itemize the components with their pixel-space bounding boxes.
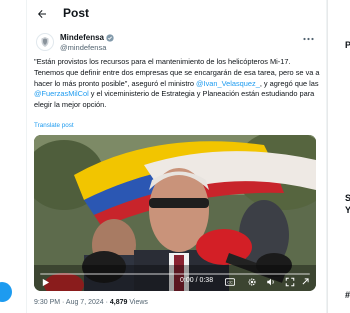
right-panel-heading-3: Y [345, 205, 350, 215]
volume-button[interactable] [265, 276, 276, 287]
post-header: Post [26, 0, 327, 28]
views-label: Views [127, 299, 148, 306]
arrow-left-icon [38, 10, 46, 18]
settings-button[interactable] [246, 276, 257, 287]
author-name-row[interactable]: Mindefensa [60, 33, 114, 42]
fullscreen-button[interactable] [284, 276, 295, 287]
gear-icon [247, 277, 256, 286]
captions-icon: CC [224, 277, 235, 286]
floating-action-button[interactable] [0, 282, 12, 302]
post-text: "Están provistos los recursos para el ma… [34, 57, 320, 111]
more-options-button[interactable] [301, 34, 315, 44]
right-panel-heading-2: S [345, 193, 350, 203]
volume-icon [266, 278, 274, 285]
video-player[interactable]: 0:00 / 0:38 CC [34, 135, 316, 291]
translate-post-link[interactable]: Translate post [34, 122, 74, 129]
video-frame-image [34, 135, 316, 291]
more-dots-icon [302, 37, 314, 41]
right-panel-hashtag: # [345, 290, 350, 300]
mention-link-ivan[interactable]: @Ivan_Velasquez_ [196, 79, 260, 88]
verified-badge-icon [106, 33, 114, 42]
post-meta: 9:30 PM · Aug 7, 2024 · 4,879 Views [34, 299, 148, 306]
author-handle[interactable]: @mindefensa [60, 43, 106, 52]
svg-text:CC: CC [227, 280, 233, 284]
back-button[interactable] [34, 6, 50, 22]
post-timestamp[interactable]: 9:30 PM · Aug 7, 2024 · [34, 299, 110, 306]
captions-button[interactable]: CC [224, 276, 235, 287]
left-sidebar [0, 0, 26, 313]
right-panel-heading: P [345, 40, 350, 50]
author-avatar[interactable] [36, 33, 54, 51]
page-title: Post [63, 6, 90, 20]
shield-logo-icon [41, 37, 49, 47]
expand-icon [302, 278, 309, 285]
post-text-part-2: , y agregó que las [259, 78, 319, 88]
right-sidebar: P S Y # [328, 0, 350, 313]
mention-link-fuerzasmilcol[interactable]: @FuerzasMilCol [34, 89, 89, 98]
view-count: 4,879 [109, 299, 128, 306]
video-time: 0:00 / 0:38 [180, 277, 214, 284]
play-icon[interactable] [41, 278, 50, 287]
fullscreen-icon [285, 277, 294, 286]
author-name[interactable]: Mindefensa [60, 33, 104, 42]
picture-in-picture-button[interactable] [300, 276, 311, 287]
